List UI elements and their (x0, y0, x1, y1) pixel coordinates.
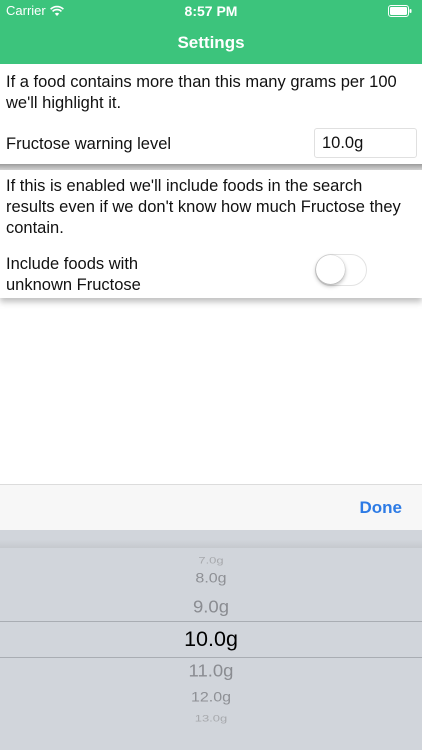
navigation-header: Carrier 8:57 PM Settings (0, 0, 422, 64)
picker-selection-bottom-line (0, 657, 422, 658)
unknown-fructose-toggle[interactable] (315, 254, 367, 286)
picker-item[interactable]: 8.0g (0, 571, 422, 586)
warning-level-section: If a food contains more than this many g… (0, 64, 422, 164)
battery-icon (388, 5, 412, 17)
value-picker[interactable]: 7.0g 8.0g 9.0g 10.0g 11.0g 12.0g 13.0g (0, 530, 422, 750)
status-time: 8:57 PM (184, 3, 238, 19)
done-button[interactable]: Done (360, 498, 403, 518)
picker-item[interactable]: 9.0g (0, 597, 422, 618)
picker-item[interactable]: 11.0g (0, 661, 422, 682)
unknown-fructose-section: If this is enabled we'll include foods i… (0, 170, 422, 298)
status-bar: Carrier 8:57 PM (0, 0, 422, 22)
unknown-fructose-description: If this is enabled we'll include foods i… (6, 177, 401, 237)
picker-item[interactable]: 12.0g (0, 690, 422, 705)
picker-toolbar: Done (0, 484, 422, 530)
toggle-knob (316, 255, 345, 284)
picker-item[interactable]: 13.0g (0, 713, 422, 724)
page-title: Settings (177, 33, 245, 52)
picker-item-selected[interactable]: 10.0g (0, 627, 422, 652)
picker-item[interactable]: 7.0g (0, 555, 422, 566)
warning-level-description: If a food contains more than this many g… (6, 73, 397, 112)
warning-level-field[interactable]: 10.0g (314, 128, 417, 158)
picker-item-faded (0, 540, 422, 548)
unknown-fructose-label: Include foods with unknown Fructose (6, 255, 141, 294)
picker-selection-top-line (0, 621, 422, 622)
warning-level-label: Fructose warning level (6, 135, 172, 153)
